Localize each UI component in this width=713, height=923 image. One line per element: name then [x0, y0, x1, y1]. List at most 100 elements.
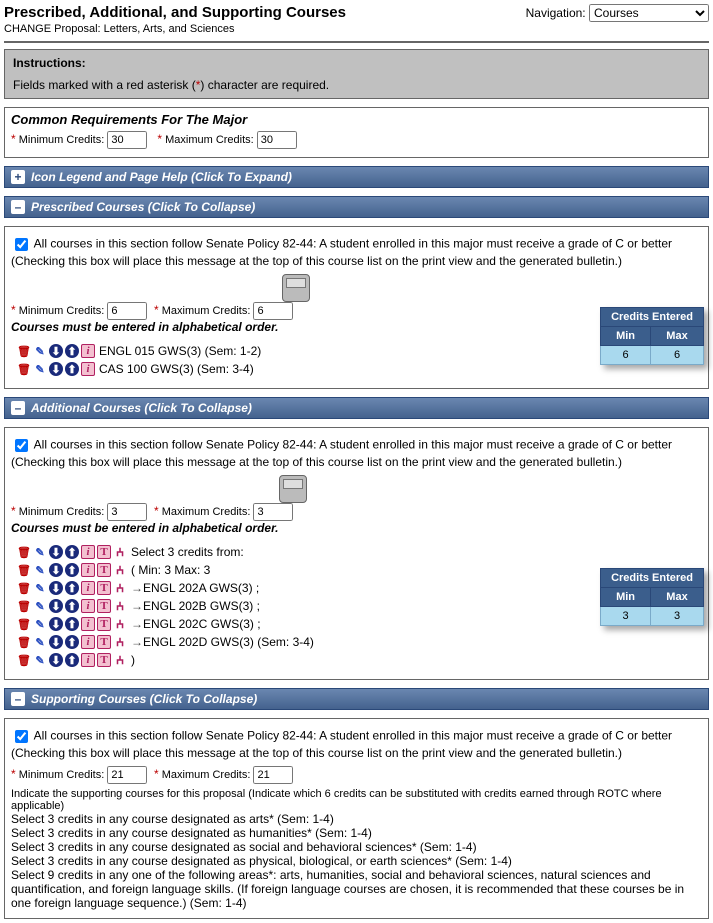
- hierarchy-icon[interactable]: ⵄ: [113, 581, 127, 595]
- prescribed-alpha-note: Courses must be entered in alphabetical …: [11, 320, 702, 334]
- move-up-icon[interactable]: ⬆: [65, 635, 79, 649]
- prescribed-policy-checkbox[interactable]: [15, 238, 28, 251]
- supporting-line: Select 9 credits in any one of the follo…: [11, 868, 702, 910]
- move-down-icon[interactable]: ⬇: [49, 344, 63, 358]
- edit-icon[interactable]: ✎: [33, 617, 47, 631]
- move-up-icon[interactable]: ⬆: [65, 344, 79, 358]
- credits-min-value: 6: [601, 346, 651, 365]
- common-requirements-title: Common Requirements For The Major: [11, 112, 702, 127]
- edit-icon[interactable]: ✎: [33, 599, 47, 613]
- course-text: ENGL 015 GWS(3) (Sem: 1-2): [99, 344, 261, 358]
- hierarchy-icon[interactable]: ⵄ: [113, 635, 127, 649]
- common-max-credits-input[interactable]: [257, 131, 297, 149]
- icon-legend-label: Icon Legend and Page Help (Click To Expa…: [31, 170, 292, 184]
- navigation-select[interactable]: Courses: [589, 4, 709, 22]
- delete-icon[interactable]: 🗑: [17, 653, 31, 667]
- collapse-icon: –: [11, 401, 25, 415]
- hierarchy-icon[interactable]: ⵄ: [113, 653, 127, 667]
- prescribed-min-label: Minimum Credits:: [16, 305, 108, 317]
- move-down-icon[interactable]: ⬇: [49, 635, 63, 649]
- supporting-bar-label: Supporting Courses (Click To Collapse): [31, 692, 257, 706]
- text-icon[interactable]: T: [97, 581, 111, 595]
- supporting-max-input[interactable]: [253, 766, 293, 784]
- supporting-min-input[interactable]: [107, 766, 147, 784]
- supporting-bar[interactable]: – Supporting Courses (Click To Collapse): [4, 688, 709, 710]
- info-icon[interactable]: i: [81, 563, 95, 577]
- hierarchy-icon[interactable]: ⵄ: [113, 563, 127, 577]
- additional-bar[interactable]: – Additional Courses (Click To Collapse): [4, 397, 709, 419]
- text-icon[interactable]: T: [97, 563, 111, 577]
- supporting-line: Select 3 credits in any course designate…: [11, 826, 702, 840]
- edit-icon[interactable]: ✎: [33, 653, 47, 667]
- move-down-icon[interactable]: ⬇: [49, 545, 63, 559]
- instructions-text-before: Fields marked with a red asterisk (: [13, 78, 196, 92]
- info-icon[interactable]: i: [81, 635, 95, 649]
- move-up-icon[interactable]: ⬆: [65, 653, 79, 667]
- info-icon[interactable]: i: [81, 653, 95, 667]
- edit-icon[interactable]: ✎: [33, 635, 47, 649]
- hierarchy-icon[interactable]: ⵄ: [113, 545, 127, 559]
- info-icon[interactable]: i: [81, 362, 95, 376]
- info-icon[interactable]: i: [81, 545, 95, 559]
- edit-icon[interactable]: ✎: [33, 362, 47, 376]
- edit-icon[interactable]: ✎: [33, 581, 47, 595]
- common-min-credits-input[interactable]: [107, 131, 147, 149]
- supporting-policy-checkbox[interactable]: [15, 730, 28, 743]
- move-up-icon[interactable]: ⬆: [65, 545, 79, 559]
- prescribed-max-input[interactable]: [253, 302, 293, 320]
- supporting-desc-lead: Indicate the supporting courses for this…: [11, 788, 248, 800]
- delete-icon[interactable]: 🗑: [17, 344, 31, 358]
- delete-icon[interactable]: 🗑: [17, 635, 31, 649]
- prescribed-bar[interactable]: – Prescribed Courses (Click To Collapse): [4, 196, 709, 218]
- edit-icon[interactable]: ✎: [33, 545, 47, 559]
- additional-min-input[interactable]: [107, 503, 147, 521]
- prescribed-section: All courses in this section follow Senat…: [4, 226, 709, 389]
- text-icon[interactable]: T: [97, 653, 111, 667]
- move-down-icon[interactable]: ⬇: [49, 563, 63, 577]
- delete-icon[interactable]: 🗑: [17, 599, 31, 613]
- additional-section: All courses in this section follow Senat…: [4, 427, 709, 680]
- hierarchy-icon[interactable]: ⵄ: [113, 599, 127, 613]
- delete-icon[interactable]: 🗑: [17, 362, 31, 376]
- additional-max-input[interactable]: [253, 503, 293, 521]
- text-icon[interactable]: T: [97, 617, 111, 631]
- info-icon[interactable]: i: [81, 581, 95, 595]
- icon-legend-bar[interactable]: + Icon Legend and Page Help (Click To Ex…: [4, 166, 709, 188]
- delete-icon[interactable]: 🗑: [17, 563, 31, 577]
- info-icon[interactable]: i: [81, 344, 95, 358]
- move-up-icon[interactable]: ⬆: [65, 563, 79, 577]
- text-icon[interactable]: T: [97, 635, 111, 649]
- calculator-icon[interactable]: [282, 274, 310, 302]
- move-up-icon[interactable]: ⬆: [65, 617, 79, 631]
- move-down-icon[interactable]: ⬇: [49, 617, 63, 631]
- calculator-icon[interactable]: [279, 475, 307, 503]
- additional-policy-checkbox[interactable]: [15, 439, 28, 452]
- delete-icon[interactable]: 🗑: [17, 617, 31, 631]
- navigation-area: Navigation: Courses: [526, 4, 709, 22]
- move-up-icon[interactable]: ⬆: [65, 362, 79, 376]
- delete-icon[interactable]: 🗑: [17, 581, 31, 595]
- hierarchy-icon[interactable]: ⵄ: [113, 617, 127, 631]
- info-icon[interactable]: i: [81, 599, 95, 613]
- prescribed-policy-sub: (Checking this box will place this messa…: [11, 254, 702, 268]
- instructions-box: Instructions: Fields marked with a red a…: [4, 49, 709, 99]
- info-icon[interactable]: i: [81, 617, 95, 631]
- credits-header: Credits Entered: [601, 569, 704, 588]
- move-up-icon[interactable]: ⬆: [65, 599, 79, 613]
- move-down-icon[interactable]: ⬇: [49, 581, 63, 595]
- move-down-icon[interactable]: ⬇: [49, 599, 63, 613]
- move-up-icon[interactable]: ⬆: [65, 581, 79, 595]
- text-icon[interactable]: T: [97, 599, 111, 613]
- instructions-text-after: ) character are required.: [200, 78, 329, 92]
- text-icon[interactable]: T: [97, 545, 111, 559]
- course-text: ENGL 202C GWS(3) ;: [143, 617, 261, 631]
- edit-icon[interactable]: ✎: [33, 563, 47, 577]
- edit-icon[interactable]: ✎: [33, 344, 47, 358]
- move-down-icon[interactable]: ⬇: [49, 653, 63, 667]
- prescribed-min-input[interactable]: [107, 302, 147, 320]
- course-text: ): [131, 653, 135, 667]
- move-down-icon[interactable]: ⬇: [49, 362, 63, 376]
- credits-max-header: Max: [651, 588, 704, 607]
- additional-max-label: Maximum Credits:: [159, 506, 254, 518]
- delete-icon[interactable]: 🗑: [17, 545, 31, 559]
